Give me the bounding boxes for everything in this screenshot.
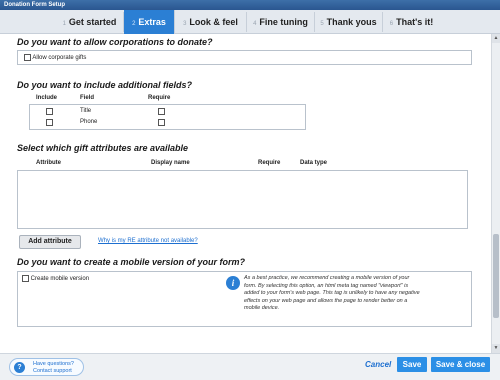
include-phone-checkbox[interactable] [46, 119, 53, 126]
tab-label: Fine tuning [259, 17, 308, 27]
fields-header-include: Include [36, 95, 58, 101]
tab-get-started[interactable]: 1 Get started [56, 12, 124, 32]
help-line-1: Have questions? [33, 361, 74, 367]
attr-header-require: Require [258, 160, 281, 166]
cancel-button[interactable]: Cancel [365, 357, 391, 372]
save-and-close-button[interactable]: Save & close [431, 357, 490, 372]
scroll-down-arrow-icon[interactable]: ▼ [492, 344, 500, 353]
gift-attributes-question: Select which gift attributes are availab… [17, 143, 189, 153]
fields-question: Do you want to include additional fields… [17, 80, 193, 90]
allow-corporate-gifts-label: Allow corporate gifts [32, 55, 87, 62]
attr-header-display-name: Display name [151, 160, 190, 166]
content-area: Do you want to allow corporations to don… [0, 34, 491, 353]
fields-header-field: Field [80, 95, 95, 101]
include-title-checkbox[interactable] [46, 108, 53, 115]
table-row: Title [30, 107, 305, 117]
add-attribute-button[interactable]: Add attribute [19, 235, 81, 249]
help-icon: ? [14, 362, 25, 373]
attr-header-data-type: Data type [300, 160, 328, 166]
tab-thats-it[interactable]: 6 That's it! [383, 12, 440, 32]
require-title-checkbox[interactable] [158, 108, 165, 115]
fields-header-require: Require [148, 95, 171, 101]
re-attribute-help-link[interactable]: Why is my RE attribute not available? [98, 238, 198, 244]
tab-label: That's it! [396, 17, 434, 27]
mobile-info-text: As a best practice, we recommend creatin… [244, 275, 420, 311]
allow-corporate-gifts-checkbox[interactable] [24, 54, 31, 61]
mobile-question: Do you want to create a mobile version o… [17, 257, 246, 267]
save-button[interactable]: Save [397, 357, 427, 372]
tab-number: 4 [253, 21, 257, 27]
vertical-scrollbar[interactable]: ▲ ▼ [491, 34, 500, 353]
info-icon: i [226, 276, 240, 290]
corporations-question: Do you want to allow corporations to don… [17, 37, 213, 47]
corporations-box: Allow corporate gifts [17, 50, 472, 65]
wizard-tabs: 1 Get started 2 Extras 3 Look & feel 4 Fine … [0, 10, 500, 34]
scroll-up-arrow-icon[interactable]: ▲ [492, 34, 500, 43]
window-titlebar: Donation Form Setup [0, 0, 500, 10]
tab-fine-tuning[interactable]: 4 Fine tuning [247, 12, 315, 32]
tab-extras[interactable]: 2 Extras [124, 10, 175, 34]
help-text: Have questions? Contact support [33, 361, 74, 375]
window-title: Donation Form Setup [4, 2, 65, 8]
help-line-2: Contact support [33, 368, 72, 374]
tab-label: Look & feel [189, 17, 238, 27]
tab-label: Thank yous [326, 17, 377, 27]
tab-label: Get started [68, 17, 117, 27]
tab-number: 6 [389, 21, 394, 27]
mobile-box: Create mobile version i As a best practi… [17, 271, 472, 327]
table-row: Phone [30, 118, 305, 128]
fields-table: Title Phone [29, 104, 306, 130]
scroll-thumb[interactable] [493, 234, 499, 318]
attr-header-attribute: Attribute [36, 160, 61, 166]
create-mobile-version-label: Create mobile version [30, 276, 90, 283]
tab-number: 1 [62, 21, 66, 27]
field-name: Title [80, 108, 92, 114]
require-phone-checkbox[interactable] [158, 119, 165, 126]
contact-support-button[interactable]: ? Have questions? Contact support [9, 358, 84, 376]
tab-label: Extras [138, 17, 166, 27]
tab-number: 3 [183, 21, 187, 27]
tab-look-and-feel[interactable]: 3 Look & feel [175, 12, 247, 32]
create-mobile-version-checkbox[interactable] [22, 275, 29, 282]
tab-number: 2 [132, 21, 136, 27]
footer-bar: ? Have questions? Contact support Cancel… [0, 353, 500, 380]
tab-number: 5 [320, 21, 324, 27]
tab-thank-yous[interactable]: 5 Thank yous [315, 12, 383, 32]
field-name: Phone [80, 119, 98, 125]
gift-attributes-table [17, 170, 468, 229]
